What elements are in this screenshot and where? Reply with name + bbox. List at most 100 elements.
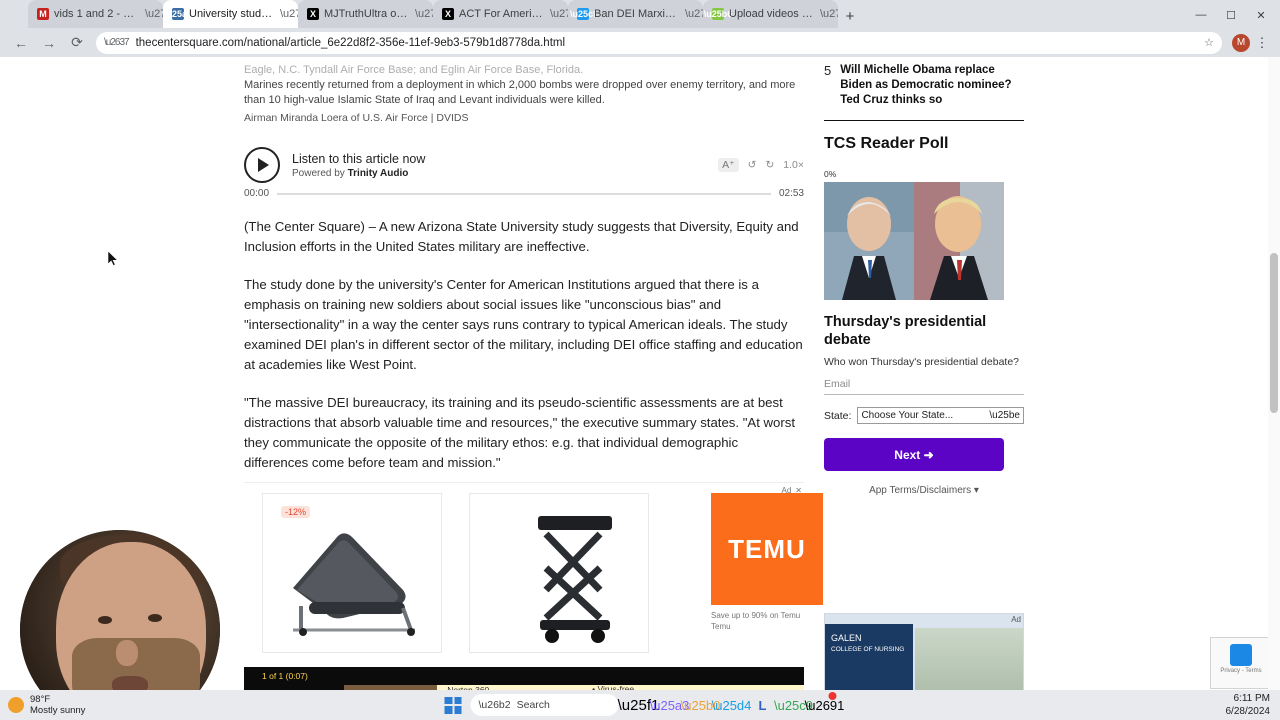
forward-icon[interactable]: ↻ — [765, 159, 774, 171]
minimize-button[interactable]: — — [1186, 4, 1216, 26]
notification-icon[interactable]: \u2691 — [805, 692, 844, 716]
ad-product-chair[interactable]: -12% — [262, 493, 442, 653]
weather-temperature: 98°F — [30, 694, 51, 705]
search-input[interactable]: \u26b2 Search — [470, 694, 619, 716]
browser-toolbar: ← → ⟳ \u2637 thecentersquare.com/nationa… — [0, 28, 1280, 57]
galen-nursing-ad[interactable]: Ad GALEN COLLEGE OF NURSING NURSING CLAS… — [824, 613, 1024, 690]
audio-controls: A⁺ ↺ ↻ 1.0× — [718, 158, 804, 172]
story-number: 5 — [824, 63, 832, 78]
webcam-nose — [116, 640, 138, 666]
audio-progress-bar[interactable] — [277, 192, 771, 195]
state-select[interactable]: Choose Your State... \u25be — [857, 407, 1024, 424]
audio-player[interactable]: Listen to this article now Powered by Tr… — [244, 136, 804, 194]
webcam-overlay — [20, 530, 220, 690]
app-terms-text: App Terms/Disclaimers — [869, 485, 972, 496]
maximize-button[interactable]: ☐ — [1216, 4, 1246, 26]
ad-temu-panel[interactable]: TEMU Save up to 90% on Temu Temu — [711, 493, 823, 653]
page-scrollbar[interactable] — [1268, 57, 1280, 690]
inline-ad-block[interactable]: Ad ✕ -12% TEMU Save up to 90% on Temu Te… — [244, 482, 823, 660]
close-tab-icon[interactable]: \u2715 — [550, 8, 568, 20]
playback-speed-button[interactable]: 1.0× — [783, 159, 804, 171]
font-size-button[interactable]: A⁺ — [718, 158, 739, 172]
poll-image — [824, 182, 1004, 300]
twitter-icon: \u25cf — [570, 8, 597, 20]
close-tab-icon[interactable]: \u2715 — [280, 8, 298, 20]
close-tab-icon[interactable]: \u2715 — [820, 8, 838, 20]
browser-tab-2[interactable]: \u25a0 University study: 'vast DEI bure.… — [163, 0, 298, 28]
audio-current-time: 00:00 — [244, 188, 270, 199]
teams-icon[interactable]: \u25a3 — [650, 694, 690, 716]
audio-player-text: Listen to this article now Powered by Tr… — [292, 152, 706, 179]
recaptcha-terms: Privacy - Terms — [1220, 668, 1262, 674]
address-bar[interactable]: \u2637 thecentersquare.com/national/arti… — [96, 31, 1222, 54]
app-terms-link[interactable]: App Terms/Disclaimers ▾ — [824, 485, 1024, 496]
norton-headline: Norton 360 Stay connected and protected … — [437, 683, 582, 691]
new-tab-button[interactable]: + — [838, 4, 862, 28]
galen-ad-label: Ad — [1011, 615, 1021, 624]
close-tab-icon[interactable]: \u2715 — [415, 8, 433, 20]
edge-icon[interactable]: \u25d4 — [712, 694, 752, 716]
clock-time: 6:11 PM — [1233, 693, 1271, 704]
close-tab-icon[interactable]: \u2715 — [685, 8, 703, 20]
bookmark-star-icon[interactable]: ☆ — [1204, 36, 1214, 49]
avatar[interactable]: M — [1232, 33, 1250, 52]
tab-title: Ban DEI Marxism in the Military... — [594, 8, 680, 20]
letterboxd-icon[interactable]: L — [752, 694, 774, 716]
email-field[interactable]: Email — [824, 378, 1024, 395]
article-paragraph-3: "The massive DEI bureaucracy, its traini… — [244, 395, 796, 470]
video-ad-counter: 1 of 1 (0:07) — [262, 671, 308, 681]
clock[interactable]: 6:11 PM 6/28/2024 — [1226, 692, 1271, 718]
norton-bullets: • Virus-free. Guaranteed.* • Award-winni… — [582, 683, 685, 691]
close-tab-icon[interactable]: \u2715 — [145, 8, 163, 20]
galen-ad-photo — [915, 628, 1023, 690]
cutoff-line-1: Eagle, N.C. Tyndall Air Force Base; and … — [244, 64, 584, 76]
file-explorer-icon[interactable]: \u25b0 — [681, 694, 721, 716]
start-windows-icon[interactable] — [444, 696, 462, 714]
next-button[interactable]: Next ➜ — [824, 438, 1004, 471]
audio-title: Listen to this article now — [292, 151, 426, 166]
recaptcha-icon — [1230, 644, 1252, 666]
chrome-icon[interactable]: \u25c9 — [774, 694, 813, 716]
poll-question: Thursday's presidential debate — [824, 314, 987, 348]
rewind-icon[interactable]: ↺ — [748, 159, 757, 171]
story-headline[interactable]: Will Michelle Obama replace Biden as Dem… — [840, 63, 1024, 108]
tab-title: University study: 'vast DEI bure... — [189, 8, 275, 20]
browser-tab-6[interactable]: \u25b6 Upload videos to Rumble \u2715 — [703, 0, 838, 28]
video-ad-strip[interactable]: 1 of 1 (0:07) Norton 360 Stay connected … — [244, 667, 812, 691]
article-column: Eagle, N.C. Tyndall Air Force Base; and … — [244, 57, 804, 473]
play-button[interactable] — [244, 147, 280, 183]
tab-title: Upload videos to Rumble — [729, 8, 815, 20]
close-window-button[interactable]: ✕ — [1246, 4, 1276, 26]
gmail-icon: M — [37, 8, 49, 20]
galen-sub-text: COLLEGE OF NURSING — [831, 646, 905, 653]
recliner-chair-image — [293, 533, 415, 636]
poll-progress-percent: 0% — [824, 169, 837, 179]
browser-tab-3[interactable]: X MJTruthUltra on X: "Space Forc... \u27… — [298, 0, 433, 28]
site-settings-icon[interactable]: \u2637 — [104, 37, 130, 48]
back-button[interactable]: ← — [8, 30, 34, 56]
browser-menu-icon[interactable]: ⋮ — [1252, 35, 1272, 51]
weather-widget[interactable]: 98°F Mostly sunny — [0, 694, 85, 716]
trinity-audio-brand: Trinity Audio — [347, 167, 409, 179]
article-cutoff-text: Eagle, N.C. Tyndall Air Force Base; and … — [244, 57, 804, 108]
widgets-icon[interactable]: \u25f1 — [618, 694, 660, 716]
search-placeholder: Search — [516, 699, 550, 711]
browser-tab-4[interactable]: X ACT For America on X: "Ban DE... \u271… — [433, 0, 568, 28]
trending-story-item[interactable]: 5 Will Michelle Obama replace Biden as D… — [824, 57, 1024, 121]
notification-badge — [828, 692, 837, 700]
temu-advertiser: Temu — [711, 622, 731, 631]
powered-prefix: Powered by — [292, 167, 345, 179]
trump-illustration — [914, 182, 1004, 300]
address-bar-url: thecentersquare.com/national/article_6e2… — [135, 36, 566, 49]
audio-progress[interactable]: 00:00 02:53 — [244, 188, 804, 199]
reload-button[interactable]: ⟳ — [64, 30, 90, 56]
sun-icon — [8, 697, 24, 713]
article-paragraph-1: (The Center Square) – A new Arizona Stat… — [244, 219, 799, 254]
page-viewport: Eagle, N.C. Tyndall Air Force Base; and … — [0, 57, 1280, 690]
browser-tab-1[interactable]: M vids 1 and 2 - newsvariable@g... \u271… — [28, 0, 163, 28]
ad-product-lift[interactable] — [469, 493, 649, 653]
browser-tab-5[interactable]: \u25cf Ban DEI Marxism in the Military..… — [568, 0, 703, 28]
scrollbar-thumb[interactable] — [1270, 253, 1278, 413]
forward-button[interactable]: → — [36, 30, 62, 56]
clock-date: 6/28/2024 — [1225, 706, 1271, 717]
